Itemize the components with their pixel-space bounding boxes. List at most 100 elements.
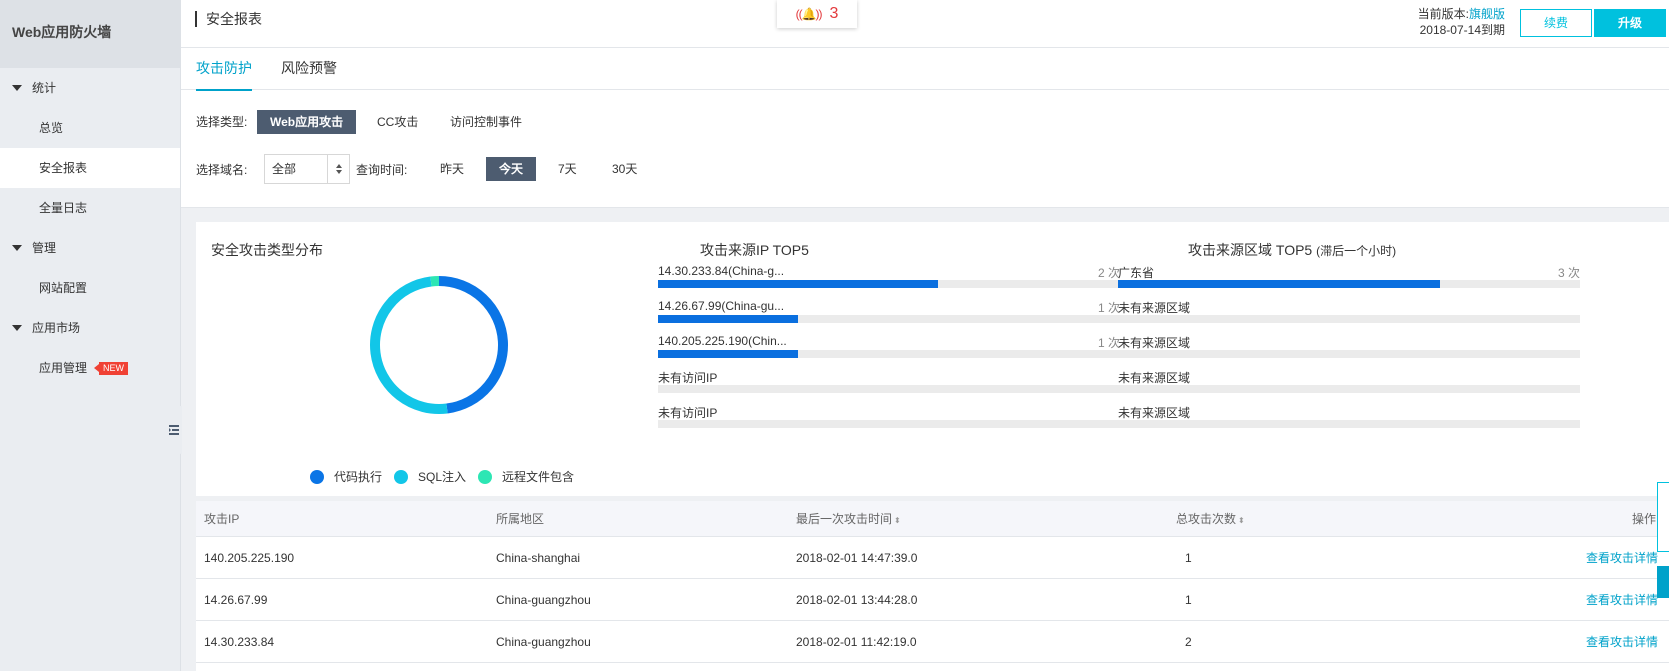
cell-ip: 14.30.233.84 xyxy=(204,635,275,649)
tab-bar: 攻击防护 风险预警 xyxy=(181,48,1669,91)
bar-row: 广东省 3 次 xyxy=(1118,264,1580,301)
bar-track xyxy=(1118,280,1580,288)
cell-count: 1 xyxy=(1185,593,1192,607)
legend-dot xyxy=(394,469,409,484)
sort-icon: ⬍ xyxy=(894,516,901,525)
view-attack-details-link[interactable]: 查看攻击详情 xyxy=(1586,621,1658,663)
filter-panel: 选择类型: Web应用攻击 CC攻击 访问控制事件 选择域名: 全部 查询时间:… xyxy=(181,90,1669,208)
domain-select-value: 全部 xyxy=(272,162,297,176)
cell-ip: 140.205.225.190 xyxy=(204,551,295,565)
donut-slice-2[interactable] xyxy=(370,276,448,414)
bar-row: 14.30.233.84(China-g... 2 次 xyxy=(658,264,1120,301)
page-title: 安全报表 xyxy=(195,11,262,27)
type-web-attack-button[interactable]: Web应用攻击 xyxy=(257,110,357,134)
page-header: 安全报表 ((🔔)) 3 当前版本:旗舰版 2018-07-14到期 续费 升级 xyxy=(181,0,1669,48)
donut-legend: 代码执行 SQL注入 远程文件包含 xyxy=(310,468,586,485)
legend-label: 远程文件包含 xyxy=(502,470,575,484)
domain-select[interactable]: 全部 xyxy=(264,154,350,184)
type-access-control-button[interactable]: 访问控制事件 xyxy=(437,110,535,134)
bar-track xyxy=(658,385,1120,393)
header-region: 所属地区 xyxy=(496,512,545,526)
cell-ip: 14.26.67.99 xyxy=(204,593,268,607)
sidebar-group-label: 统计 xyxy=(32,81,57,95)
bar-row: 14.26.67.99(China-gu... 1 次 xyxy=(658,299,1120,336)
feedback-side-tab[interactable] xyxy=(1657,482,1669,552)
sidebar-group-label: 应用市场 xyxy=(32,321,81,335)
header-total-attacks[interactable]: 总攻击次数 ⬍ xyxy=(1176,501,1245,539)
sidebar-collapse-toggle[interactable] xyxy=(166,406,182,454)
cell-region: China-guangzhou xyxy=(496,635,591,649)
bar-count: 1 次 xyxy=(1097,301,1120,315)
sidebar-item-overview[interactable]: 总览 xyxy=(0,108,180,148)
cell-count: 1 xyxy=(1185,551,1192,565)
bar-track xyxy=(658,280,1120,288)
tab-attack-protection[interactable]: 攻击防护 xyxy=(196,58,252,91)
donut-slice-3[interactable] xyxy=(430,276,440,287)
alarm-count: 3 xyxy=(829,5,839,22)
sidebar-item-full-log[interactable]: 全量日志 xyxy=(0,188,180,228)
view-attack-details-link[interactable]: 查看攻击详情 xyxy=(1586,537,1658,579)
header-label: 总攻击次数 xyxy=(1176,512,1237,526)
view-attack-details-link[interactable]: 查看攻击详情 xyxy=(1586,579,1658,621)
sidebar-item-security-report[interactable]: 安全报表 xyxy=(0,148,180,188)
legend-dot xyxy=(310,469,324,484)
top-region-title-text: 攻击来源区域 TOP5 xyxy=(1188,242,1313,258)
attack-ip-table: 攻击IP 所属地区 最后一次攻击时间 ⬍ 总攻击次数 ⬍ 操作 140.205.22… xyxy=(196,501,1669,671)
new-badge: NEW xyxy=(94,362,129,375)
top-ip-title: 攻击来源IP TOP5 xyxy=(700,242,809,258)
alarm-notification[interactable]: ((🔔)) 3 xyxy=(777,0,857,28)
bar-label: 未有来源区域 xyxy=(1118,371,1191,385)
donut-slice-1[interactable] xyxy=(438,276,508,414)
header-last-attack-time[interactable]: 最后一次攻击时间 ⬍ xyxy=(796,501,901,539)
time-today-button[interactable]: 今天 xyxy=(486,157,537,181)
time-30days-button[interactable]: 30天 xyxy=(599,157,650,181)
bar-fill xyxy=(658,280,938,288)
attack-type-title: 安全攻击类型分布 xyxy=(211,242,323,258)
bar-row: 未有来源区域 xyxy=(1118,404,1580,441)
legend-item[interactable]: 远程文件包含 xyxy=(478,468,574,485)
bar-track xyxy=(1118,350,1580,358)
version-label: 当前版本: xyxy=(1417,7,1469,21)
cell-time: 2018-02-01 13:44:28.0 xyxy=(796,593,918,607)
legend-label: SQL注入 xyxy=(418,470,467,484)
time-yesterday-button[interactable]: 昨天 xyxy=(427,157,477,181)
bar-fill xyxy=(658,315,798,323)
sidebar: Web应用防火墙 统计 总览 安全报表 全量日志 管理 网站配置 应用市场 应用… xyxy=(0,0,181,671)
time-7days-button[interactable]: 7天 xyxy=(545,157,590,181)
caret-down-icon xyxy=(12,245,22,251)
bar-row: 未有来源区域 xyxy=(1118,334,1580,371)
bar-row: 未有来源区域 xyxy=(1118,369,1580,406)
bar-label: 14.30.233.84(China-g... xyxy=(658,264,785,278)
feedback-side-button[interactable] xyxy=(1657,566,1669,598)
legend-item[interactable]: 代码执行 xyxy=(310,468,382,485)
bar-row: 未有访问IP xyxy=(658,404,1120,441)
bar-track xyxy=(658,315,1120,323)
sidebar-group-stats[interactable]: 统计 xyxy=(0,68,180,108)
bar-count: 2 次 xyxy=(1097,266,1120,280)
caret-down-icon xyxy=(12,325,22,331)
version-name-link[interactable]: 旗舰版 xyxy=(1469,7,1505,21)
cell-region: China-shanghai xyxy=(496,551,581,565)
sidebar-group-manage[interactable]: 管理 xyxy=(0,228,180,268)
table-row: 140.205.225.190 China-shanghai 2018-02-0… xyxy=(196,537,1669,579)
sidebar-group-market[interactable]: 应用市场 xyxy=(0,308,180,348)
legend-item[interactable]: SQL注入 xyxy=(394,468,466,485)
sidebar-item-label: 应用管理 xyxy=(39,361,88,375)
domain-label: 选择域名: xyxy=(196,163,248,177)
renew-button[interactable]: 续费 xyxy=(1520,9,1592,37)
bar-row: 140.205.225.190(Chin... 1 次 xyxy=(658,334,1120,371)
cell-time: 2018-02-01 14:47:39.0 xyxy=(796,551,918,565)
bar-count: 3 次 xyxy=(1557,266,1580,280)
type-cc-attack-button[interactable]: CC攻击 xyxy=(364,110,431,134)
header-action: 操作 xyxy=(1632,512,1657,526)
sidebar-item-site-config[interactable]: 网站配置 xyxy=(0,268,180,308)
tab-risk-warning[interactable]: 风险预警 xyxy=(281,58,337,89)
bar-fill xyxy=(1118,280,1441,288)
bar-label: 广东省 xyxy=(1118,266,1155,280)
upgrade-button[interactable]: 升级 xyxy=(1594,9,1666,37)
sidebar-item-app-manage[interactable]: 应用管理 NEW xyxy=(0,348,180,388)
bar-track xyxy=(1118,420,1580,428)
table-header-row: 攻击IP 所属地区 最后一次攻击时间 ⬍ 总攻击次数 ⬍ 操作 xyxy=(196,501,1669,537)
collapse-menu-icon xyxy=(169,425,179,435)
time-label: 查询时间: xyxy=(356,163,408,177)
